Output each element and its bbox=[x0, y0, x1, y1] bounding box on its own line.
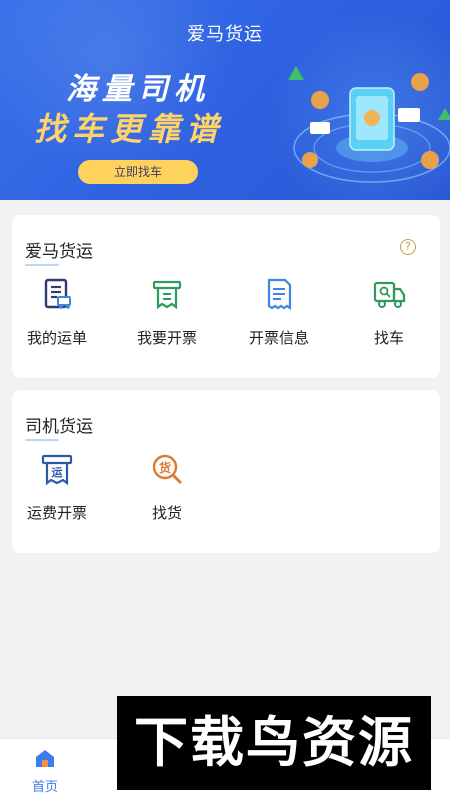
request-invoice-button[interactable]: 我要开票 bbox=[122, 277, 212, 348]
find-car-label: 找车 bbox=[373, 329, 404, 347]
banner-headline-1: 海量司机 bbox=[66, 72, 210, 107]
find-goods-icon: 货 bbox=[152, 454, 183, 485]
watermark-overlay: 下载鸟资源 bbox=[117, 696, 431, 790]
find-car-button[interactable]: 立即找车 bbox=[78, 160, 198, 184]
section-title: 爱马货运 bbox=[25, 237, 93, 266]
freight-invoice-label: 运费开票 bbox=[26, 504, 87, 522]
logistics-illustration bbox=[288, 66, 450, 183]
freight-invoice-icon: 运 bbox=[41, 454, 73, 486]
aima-freight-card: 爱马货运 ? 我的运单 我要开票 开票信息 找车 bbox=[12, 215, 440, 378]
my-waybill-button[interactable]: 我的运单 bbox=[12, 277, 102, 348]
tab-home-label: 首页 bbox=[31, 780, 58, 795]
freight-invoice-icon-char: 运 bbox=[52, 466, 63, 479]
tab-home[interactable]: 首页 bbox=[22, 747, 68, 795]
waybill-icon bbox=[44, 278, 71, 309]
section-title: 司机货运 bbox=[25, 412, 93, 441]
invoice-info-button[interactable]: 开票信息 bbox=[234, 277, 324, 348]
banner-headline-2: 找车更靠谱 bbox=[34, 110, 225, 148]
app-title: 爱马货运 bbox=[187, 24, 263, 45]
find-car-button-grid[interactable]: 找车 bbox=[344, 277, 434, 348]
home-icon bbox=[36, 750, 54, 767]
invoice-info-label: 开票信息 bbox=[248, 329, 309, 347]
find-goods-icon-char: 货 bbox=[159, 460, 171, 475]
find-goods-label: 找货 bbox=[151, 504, 182, 522]
request-invoice-label: 我要开票 bbox=[136, 329, 197, 347]
invoice-info-icon bbox=[267, 278, 292, 311]
question-circle-icon[interactable]: ? bbox=[400, 239, 416, 255]
truck-icon bbox=[373, 281, 406, 308]
invoice-icon bbox=[152, 280, 182, 310]
hero-banner: 爱马货运 海量司机 找车更靠谱 立即找车 bbox=[0, 0, 450, 200]
find-goods-button[interactable]: 货 找货 bbox=[122, 452, 212, 523]
freight-invoice-button[interactable]: 运 运费开票 bbox=[12, 452, 102, 523]
watermark-text: 下载鸟资源 bbox=[134, 711, 414, 774]
my-waybill-label: 我的运单 bbox=[26, 329, 87, 347]
driver-freight-card: 司机货运 运 运费开票 货 找货 bbox=[12, 390, 440, 553]
